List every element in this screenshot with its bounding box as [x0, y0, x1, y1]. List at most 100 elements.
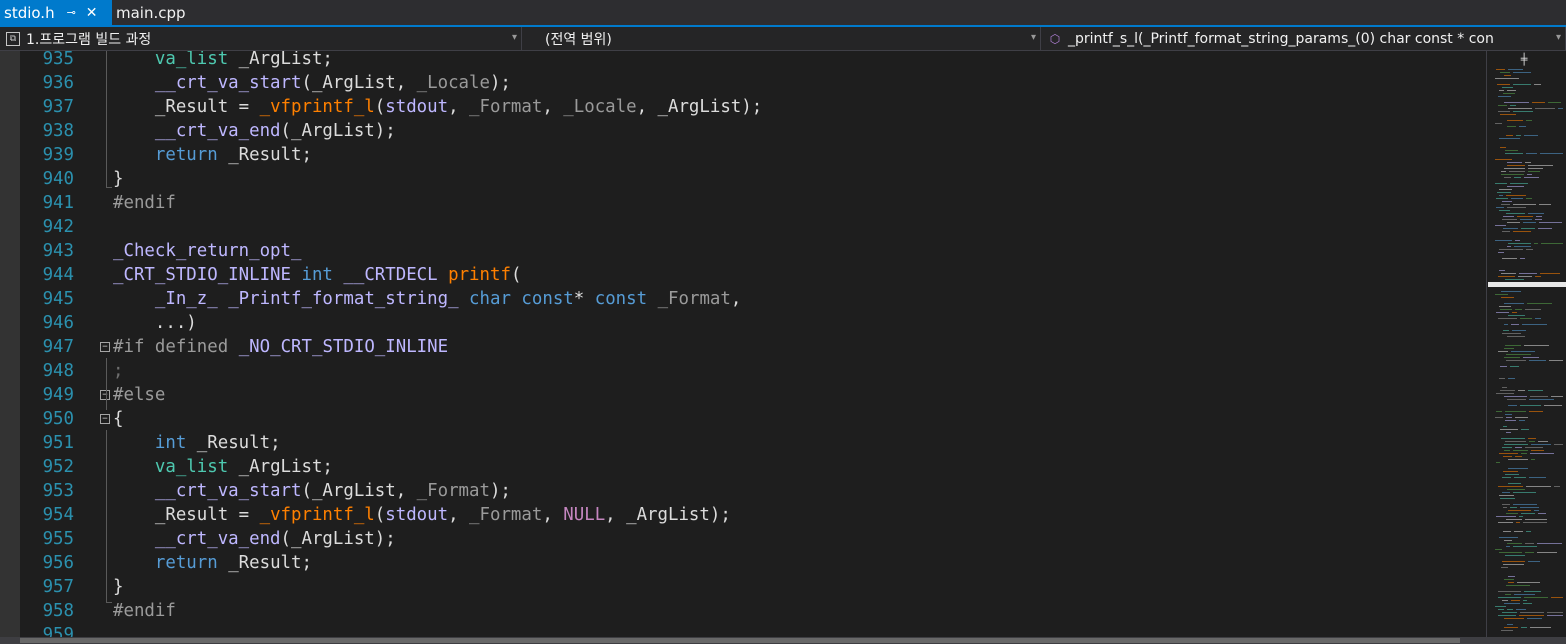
minimap-code-mark — [1502, 504, 1510, 505]
collapse-icon[interactable]: − — [100, 342, 110, 352]
minimap-code-mark — [1505, 279, 1524, 280]
horizontal-scrollbar-thumb[interactable] — [20, 638, 1460, 643]
scope-dropdown[interactable]: (전역 범위) ▾ — [523, 27, 1041, 50]
minimap-scrollbar[interactable]: ╪ — [1486, 51, 1566, 637]
minimap-code-mark — [1519, 615, 1544, 616]
minimap-code-mark — [1544, 405, 1562, 406]
minimap-code-mark — [1510, 507, 1517, 508]
code-line[interactable]: 939 return _Result; — [0, 143, 1486, 167]
code-line[interactable]: 956 return _Result; — [0, 551, 1486, 575]
minimap-viewport-indicator[interactable] — [1488, 282, 1566, 287]
minimap-code-mark — [1528, 168, 1543, 169]
code-text: _Result = _vfprintf_l(stdout, _Format, _… — [113, 97, 763, 117]
minimap-code-mark — [1506, 360, 1526, 361]
minimap-code-mark — [1547, 615, 1563, 616]
minimap-code-mark — [1530, 627, 1551, 628]
code-line[interactable]: 943 _Check_return_opt_ — [0, 239, 1486, 263]
minimap-code-mark — [1505, 474, 1519, 475]
project-dropdown[interactable]: ⧉ 1.프로그램 빌드 과정 ▾ — [0, 27, 522, 50]
minimap-code-mark — [1495, 417, 1503, 418]
minimap-code-mark — [1499, 378, 1505, 379]
code-line[interactable]: 952 va_list _ArgList; — [0, 455, 1486, 479]
code-text: #endif — [113, 601, 176, 621]
minimap-code-mark — [1507, 543, 1522, 544]
code-line[interactable]: 936 __crt_va_start(_ArgList, _Locale); — [0, 71, 1486, 95]
minimap-code-mark — [1547, 612, 1563, 613]
minimap-code-mark — [1521, 429, 1529, 430]
tab-stdio-h[interactable]: stdio.h ⊸ ✕ — [0, 0, 112, 25]
code-line[interactable]: 940} — [0, 167, 1486, 191]
code-line[interactable]: 942 — [0, 215, 1486, 239]
code-line[interactable]: 959 — [0, 623, 1486, 637]
line-number: 944 — [42, 265, 74, 285]
minimap-code-mark — [1506, 213, 1525, 214]
collapse-icon[interactable]: − — [100, 390, 110, 400]
close-icon[interactable]: ✕ — [86, 5, 98, 21]
minimap-code-mark — [1505, 414, 1512, 415]
code-line[interactable]: 944 _CRT_STDIO_INLINE int __CRTDECL print… — [0, 263, 1486, 287]
pin-icon[interactable]: ⊸ — [67, 6, 76, 19]
code-line[interactable]: 935 va_list _ArgList; — [0, 51, 1486, 71]
minimap-code-mark — [1500, 429, 1518, 430]
code-line[interactable]: 958 #endif — [0, 599, 1486, 623]
minimap-code-mark — [1514, 246, 1531, 247]
code-line[interactable]: 941 #endif — [0, 191, 1486, 215]
code-editor[interactable]: 935 va_list _ArgList; 936 __crt_va_start(… — [0, 51, 1486, 637]
minimap-code-mark — [1498, 591, 1521, 592]
minimap-code-mark — [1504, 618, 1524, 619]
code-line[interactable]: 946 ...) — [0, 311, 1486, 335]
code-line[interactable]: 937 _Result = _vfprintf_l(stdout, _Forma… — [0, 95, 1486, 119]
minimap-code-mark — [1540, 153, 1563, 154]
minimap-code-mark — [1504, 579, 1514, 580]
minimap-code-mark — [1516, 609, 1526, 610]
minimap-code-mark — [1498, 276, 1515, 277]
minimap-code-mark — [1518, 276, 1532, 277]
minimap-code-mark — [1534, 243, 1538, 244]
code-text: __crt_va_end(_ArgList); — [154, 121, 396, 141]
minimap-code-mark — [1502, 219, 1517, 220]
minimap-code-mark — [1508, 243, 1531, 244]
code-line[interactable]: 950 −{ — [0, 407, 1486, 431]
code-line[interactable]: 949 − #else — [0, 383, 1486, 407]
function-dropdown[interactable]: ⬡ _printf_s_l(_Printf_format_string_para… — [1042, 27, 1566, 50]
function-icon: ⬡ — [1049, 31, 1061, 46]
minimap-code-mark — [1505, 441, 1526, 442]
code-line[interactable]: 953 __crt_va_start(_ArgList, _Format); — [0, 479, 1486, 503]
minimap-code-mark — [1526, 120, 1532, 121]
code-line[interactable]: 955 __crt_va_end(_ArgList); — [0, 527, 1486, 551]
minimap-code-mark — [1517, 582, 1540, 583]
minimap-code-mark — [1523, 603, 1532, 604]
code-line[interactable]: 954 _Result = _vfprintf_l(stdout, _Forma… — [0, 503, 1486, 527]
code-line[interactable]: 945 _In_z_ _Printf_format_string_ char c… — [0, 287, 1486, 311]
minimap-code-mark — [1505, 153, 1523, 154]
minimap-code-mark — [1525, 162, 1531, 163]
code-line[interactable]: 948; — [0, 359, 1486, 383]
code-line[interactable]: 957} — [0, 575, 1486, 599]
minimap-code-mark — [1507, 90, 1516, 91]
tab-main-cpp[interactable]: main.cpp — [114, 0, 204, 25]
minimap-code-mark — [1515, 447, 1522, 448]
minimap-code-mark — [1507, 126, 1516, 127]
minimap-code-mark — [1501, 297, 1514, 298]
minimap-code-mark — [1536, 216, 1542, 217]
minimap-code-mark — [1520, 318, 1532, 319]
code-line[interactable]: 947 − #if defined _NO_CRT_STDIO_INLINE — [0, 335, 1486, 359]
code-line[interactable]: 951 int _Result; — [0, 431, 1486, 455]
minimap-code-mark — [1502, 492, 1510, 493]
collapse-icon[interactable]: − — [100, 414, 110, 424]
minimap-code-mark — [1535, 219, 1542, 220]
minimap-code-mark — [1499, 195, 1503, 196]
minimap-code-mark — [1497, 84, 1510, 85]
chevron-down-icon: ▾ — [1030, 32, 1036, 43]
code-line[interactable]: 938 __crt_va_end(_ArgList); — [0, 119, 1486, 143]
minimap-code-mark — [1538, 513, 1546, 514]
minimap-code-mark — [1504, 102, 1529, 103]
minimap-code-mark — [1514, 477, 1526, 478]
code-text: #if defined _NO_CRT_STDIO_INLINE — [113, 337, 449, 357]
minimap-code-mark — [1519, 420, 1525, 421]
code-text: ; — [113, 361, 124, 381]
minimap-code-mark — [1504, 444, 1528, 445]
line-number: 950 — [42, 409, 74, 429]
code-text: } — [113, 169, 124, 189]
split-handle-icon[interactable]: ╪ — [1517, 54, 1531, 65]
